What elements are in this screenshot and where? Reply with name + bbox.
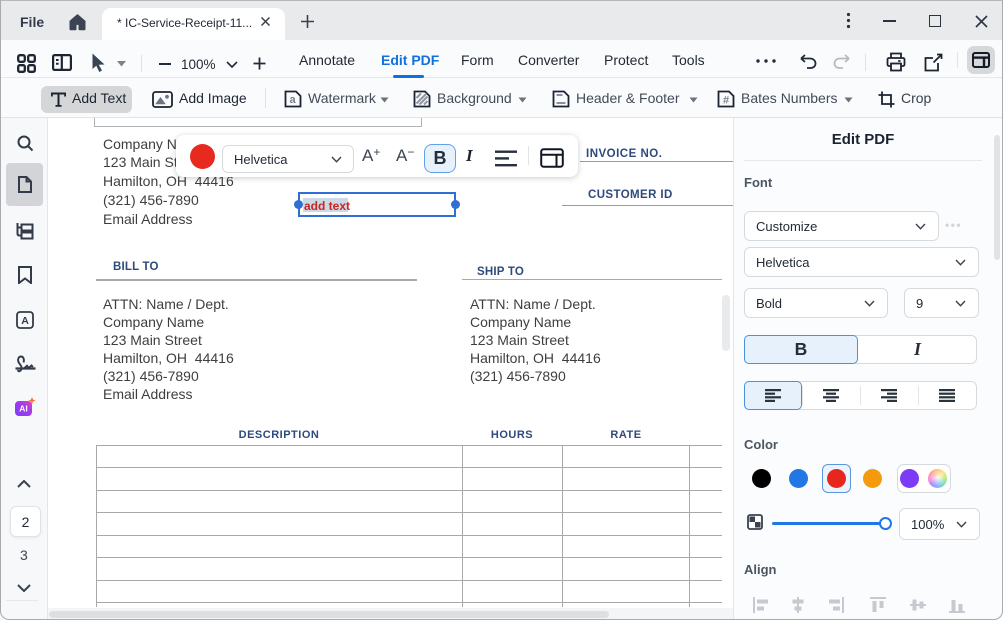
svg-text:AI: AI [19, 404, 28, 414]
svg-text:#: # [723, 95, 729, 107]
svg-text:A: A [21, 315, 29, 327]
svg-text:a: a [290, 94, 297, 106]
